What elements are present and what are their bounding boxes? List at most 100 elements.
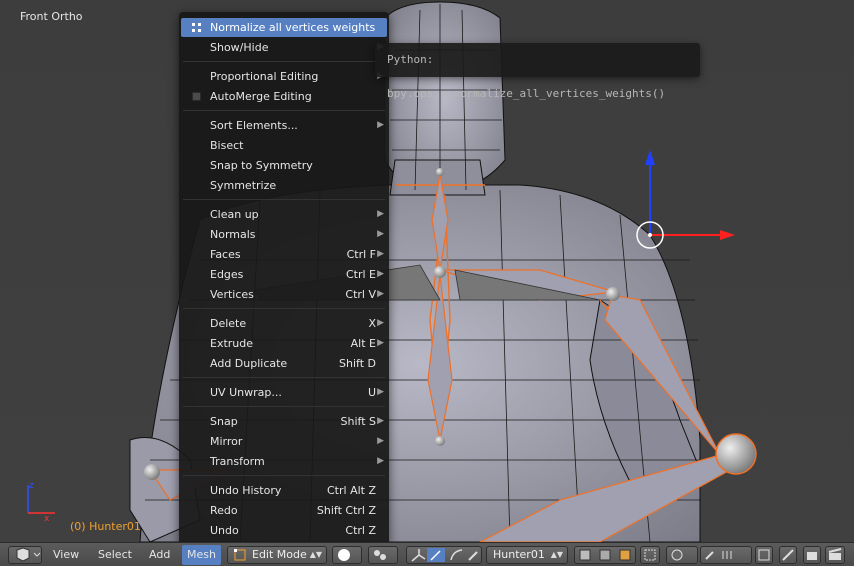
menu-item-snap-to-symmetry[interactable]: Snap to Symmetry bbox=[181, 156, 387, 175]
menu-item-label: Normals bbox=[210, 228, 256, 241]
menu-item-proportional-editing[interactable]: Proportional Editing▶ bbox=[181, 67, 387, 86]
active-object-label: (0) Hunter01 bbox=[70, 520, 141, 533]
menu-item-shortcut: Ctrl V bbox=[345, 288, 376, 301]
select-mode-buttons[interactable] bbox=[574, 546, 636, 564]
edit-mode-icon bbox=[234, 549, 246, 561]
submenu-arrow-icon: ▶ bbox=[377, 229, 384, 239]
mesh-menu-button[interactable]: Mesh bbox=[182, 545, 221, 565]
menu-item-shortcut: Ctrl Alt Z bbox=[327, 484, 376, 497]
menu-item-label: Edges bbox=[210, 268, 244, 281]
menu-item-label: Sort Elements... bbox=[210, 119, 298, 132]
checkbox-icon[interactable] bbox=[192, 92, 201, 101]
submenu-arrow-icon: ▶ bbox=[377, 209, 384, 219]
menu-item-normals[interactable]: Normals ▶ bbox=[181, 225, 387, 244]
menu-item-shortcut: Ctrl E bbox=[345, 268, 376, 281]
menu-item-label: Mirror bbox=[210, 435, 243, 448]
occlude-icon bbox=[644, 549, 656, 561]
submenu-arrow-icon: ▶ bbox=[377, 120, 384, 130]
camera-icon bbox=[807, 552, 817, 560]
menu-separator bbox=[183, 199, 385, 200]
menu-item-label: Undo History bbox=[210, 484, 282, 497]
add-menu[interactable]: Add bbox=[149, 545, 170, 565]
menu-item-transform[interactable]: Transform ▶ bbox=[181, 452, 387, 471]
pivot-selector[interactable] bbox=[368, 546, 398, 564]
submenu-arrow-icon: ▶ bbox=[377, 269, 384, 279]
menu-item-shortcut: X bbox=[368, 317, 376, 330]
snap-buttons[interactable] bbox=[700, 546, 752, 564]
menu-item-delete[interactable]: Delete X ▶ bbox=[181, 314, 387, 333]
chevron-updown-icon: ▲▼ bbox=[309, 550, 322, 559]
menu-item-add-duplicate[interactable]: Add Duplicate Shift D bbox=[181, 354, 387, 373]
menu-item-uv-unwrap[interactable]: UV Unwrap... U ▶ bbox=[181, 383, 387, 402]
svg-text:x: x bbox=[44, 514, 50, 524]
menu-item-label: Clean up bbox=[210, 208, 259, 221]
menu-item-label: AutoMerge Editing bbox=[210, 90, 312, 103]
submenu-arrow-icon: ▶ bbox=[377, 338, 384, 348]
cube-icon bbox=[16, 547, 41, 562]
menu-item-bisect[interactable]: Bisect bbox=[181, 136, 387, 155]
menu-item-label: Snap bbox=[210, 415, 238, 428]
menu-item-label: Symmetrize bbox=[210, 179, 277, 192]
manipulator-icon bbox=[411, 548, 478, 562]
shading-selector[interactable] bbox=[332, 546, 362, 564]
menu-item-label: Extrude bbox=[210, 337, 254, 350]
menu-item-snap[interactable]: Snap Shift S ▶ bbox=[181, 412, 387, 431]
menu-item-undo-history[interactable]: Undo History Ctrl Alt Z bbox=[181, 481, 387, 500]
pose-button[interactable] bbox=[779, 546, 797, 564]
proportional-edit-selector[interactable] bbox=[666, 546, 698, 564]
solid-shading-icon bbox=[338, 549, 350, 561]
menu-item-normalize-all-vertices-weights[interactable]: Normalize all vertices weights bbox=[181, 18, 387, 37]
menu-item-extrude[interactable]: Extrude Alt E ▶ bbox=[181, 334, 387, 353]
render-animation-button[interactable] bbox=[825, 546, 845, 564]
menu-item-clean-up[interactable]: Clean up ▶ bbox=[181, 205, 387, 224]
menu-item-label: Undo bbox=[210, 524, 239, 537]
menu-item-undo[interactable]: Undo Ctrl Z bbox=[181, 521, 387, 540]
menu-item-redo[interactable]: Redo Shift Ctrl Z bbox=[181, 501, 387, 520]
submenu-arrow-icon: ▶ bbox=[377, 416, 384, 426]
magnet-icon bbox=[705, 551, 732, 560]
menu-item-shortcut: Ctrl F bbox=[346, 248, 376, 261]
menu-item-label: Proportional Editing bbox=[210, 70, 319, 83]
mode-selector-label: Edit Mode bbox=[252, 548, 307, 561]
3d-view-header: View Select Add Mesh Edit Mode ▲▼ Hunter… bbox=[0, 542, 854, 566]
mode-selector[interactable]: Edit Mode ▲▼ bbox=[227, 546, 327, 564]
view-menu[interactable]: View bbox=[53, 545, 79, 565]
menu-item-edges[interactable]: Edges Ctrl E ▶ bbox=[181, 265, 387, 284]
manipulator-toggles[interactable] bbox=[406, 546, 482, 564]
editor-type-button[interactable] bbox=[8, 546, 42, 564]
grid-icon bbox=[758, 549, 770, 561]
menu-item-show-hide[interactable]: Show/Hide▶ bbox=[181, 38, 387, 57]
menu-separator bbox=[183, 61, 385, 62]
menu-item-faces[interactable]: Faces Ctrl F ▶ bbox=[181, 245, 387, 264]
menu-item-shortcut: U bbox=[367, 386, 376, 399]
menu-item-shortcut: Ctrl Z bbox=[345, 524, 376, 537]
bone-icon bbox=[782, 549, 794, 561]
menu-separator bbox=[183, 377, 385, 378]
menu-separator bbox=[183, 308, 385, 309]
view-name-label: Front Ortho bbox=[20, 10, 83, 23]
submenu-arrow-icon: ▶ bbox=[377, 249, 384, 259]
menu-item-symmetrize[interactable]: Symmetrize bbox=[181, 176, 387, 195]
menu-item-label: Redo bbox=[210, 504, 238, 517]
menu-item-mirror[interactable]: Mirror ▶ bbox=[181, 432, 387, 451]
menu-item-label: Add Duplicate bbox=[210, 357, 288, 370]
occlude-geometry-button[interactable] bbox=[640, 546, 660, 564]
menu-item-sort-elements[interactable]: Sort Elements... ▶ bbox=[181, 116, 387, 135]
render-layer-button[interactable] bbox=[755, 546, 773, 564]
menu-item-label: Transform bbox=[210, 455, 265, 468]
submenu-arrow-icon: ▶ bbox=[377, 436, 384, 446]
menu-item-automerge-editing[interactable]: AutoMerge Editing bbox=[181, 87, 387, 106]
submenu-arrow-icon: ▶ bbox=[377, 387, 384, 397]
select-menu[interactable]: Select bbox=[98, 545, 132, 565]
render-button[interactable] bbox=[803, 546, 821, 564]
menu-separator bbox=[183, 475, 385, 476]
armature-selector[interactable]: Hunter01 ▲▼ bbox=[486, 546, 568, 564]
proportional-icon bbox=[671, 549, 683, 561]
menu-item-label: UV Unwrap... bbox=[210, 386, 282, 399]
menu-item-label: Show/Hide bbox=[210, 41, 269, 54]
menu-item-vertices[interactable]: Vertices Ctrl V ▶ bbox=[181, 285, 387, 304]
menu-item-label: Snap to Symmetry bbox=[210, 159, 313, 172]
menu-item-label: Bisect bbox=[210, 139, 244, 152]
menu-separator bbox=[183, 110, 385, 111]
operator-tooltip: Python: bpy.ops.v.normalize_all_vertices… bbox=[375, 43, 700, 100]
